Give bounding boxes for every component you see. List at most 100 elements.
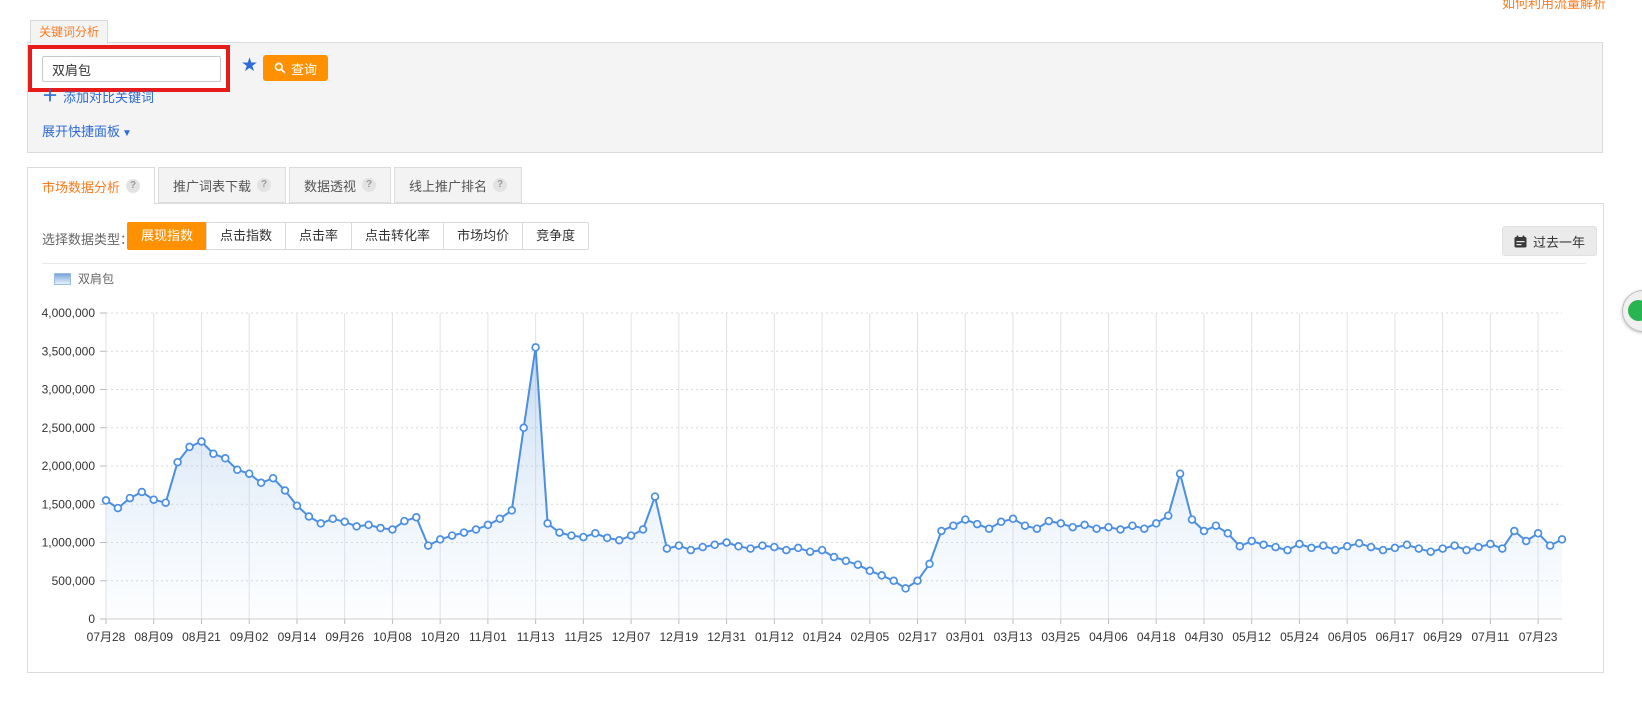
- data-point-marker[interactable]: [1081, 522, 1088, 529]
- data-point-marker[interactable]: [485, 522, 492, 529]
- expand-quick-panel-link[interactable]: 展开快捷面板▼: [42, 121, 132, 140]
- data-point-marker[interactable]: [258, 479, 265, 486]
- data-point-marker[interactable]: [162, 499, 169, 506]
- data-point-marker[interactable]: [341, 518, 348, 525]
- data-point-marker[interactable]: [676, 542, 683, 549]
- data-type-impression-index[interactable]: 展现指数: [127, 222, 207, 250]
- data-point-marker[interactable]: [795, 545, 802, 552]
- data-point-marker[interactable]: [115, 505, 122, 512]
- data-point-marker[interactable]: [1272, 544, 1279, 551]
- data-point-marker[interactable]: [1296, 541, 1303, 548]
- data-point-marker[interactable]: [496, 515, 503, 522]
- help-icon[interactable]: ?: [362, 178, 376, 192]
- data-point-marker[interactable]: [1093, 525, 1100, 532]
- data-point-marker[interactable]: [126, 495, 133, 502]
- data-point-marker[interactable]: [723, 539, 730, 546]
- data-point-marker[interactable]: [1547, 542, 1554, 549]
- data-point-marker[interactable]: [306, 513, 313, 520]
- data-point-marker[interactable]: [592, 530, 599, 537]
- data-point-marker[interactable]: [687, 547, 694, 554]
- data-type-market-avg-price[interactable]: 市场均价: [443, 222, 523, 250]
- data-point-marker[interactable]: [652, 493, 659, 500]
- data-type-click-index[interactable]: 点击指数: [206, 222, 286, 250]
- data-point-marker[interactable]: [103, 497, 110, 504]
- data-point-marker[interactable]: [1224, 530, 1231, 537]
- data-point-marker[interactable]: [866, 567, 873, 574]
- query-button[interactable]: 查询: [263, 55, 328, 81]
- data-point-marker[interactable]: [831, 554, 838, 561]
- help-icon[interactable]: ?: [257, 178, 271, 192]
- data-point-marker[interactable]: [329, 515, 336, 522]
- data-point-marker[interactable]: [604, 535, 611, 542]
- data-point-marker[interactable]: [544, 520, 551, 527]
- data-type-competition[interactable]: 竞争度: [522, 222, 589, 250]
- data-point-marker[interactable]: [1344, 543, 1351, 550]
- data-point-marker[interactable]: [580, 534, 587, 541]
- data-point-marker[interactable]: [198, 438, 205, 445]
- data-point-marker[interactable]: [1451, 542, 1458, 549]
- data-point-marker[interactable]: [568, 532, 575, 539]
- data-point-marker[interactable]: [1427, 548, 1434, 555]
- data-point-marker[interactable]: [556, 529, 563, 536]
- favorite-star-icon[interactable]: ★: [241, 53, 258, 79]
- data-point-marker[interactable]: [1284, 547, 1291, 554]
- data-point-marker[interactable]: [150, 496, 157, 503]
- data-point-marker[interactable]: [1153, 520, 1160, 527]
- data-point-marker[interactable]: [282, 487, 289, 494]
- data-point-marker[interactable]: [1057, 520, 1064, 527]
- data-point-marker[interactable]: [711, 541, 718, 548]
- tab-promo-wordlist-download[interactable]: 推广词表下载?: [158, 167, 286, 203]
- data-point-marker[interactable]: [437, 536, 444, 543]
- data-point-marker[interactable]: [365, 522, 372, 529]
- help-icon[interactable]: ?: [126, 179, 140, 193]
- data-point-marker[interactable]: [520, 424, 527, 431]
- data-point-marker[interactable]: [1201, 528, 1208, 535]
- data-point-marker[interactable]: [449, 532, 456, 539]
- data-point-marker[interactable]: [926, 561, 933, 568]
- data-point-marker[interactable]: [1177, 470, 1184, 477]
- data-point-marker[interactable]: [1010, 515, 1017, 522]
- data-point-marker[interactable]: [508, 507, 515, 514]
- data-point-marker[interactable]: [1368, 544, 1375, 551]
- data-point-marker[interactable]: [1248, 538, 1255, 545]
- data-point-marker[interactable]: [640, 526, 647, 533]
- data-point-marker[interactable]: [1332, 547, 1339, 554]
- data-point-marker[interactable]: [664, 545, 671, 552]
- data-point-marker[interactable]: [1404, 541, 1411, 548]
- data-point-marker[interactable]: [974, 521, 981, 528]
- data-point-marker[interactable]: [783, 547, 790, 554]
- how-to-use-traffic-link[interactable]: 如何利用流量解析: [1502, 0, 1606, 12]
- data-point-marker[interactable]: [807, 548, 814, 555]
- data-point-marker[interactable]: [1415, 545, 1422, 552]
- data-point-marker[interactable]: [1045, 518, 1052, 525]
- data-point-marker[interactable]: [1523, 538, 1530, 545]
- data-point-marker[interactable]: [747, 545, 754, 552]
- data-type-click-rate[interactable]: 点击率: [285, 222, 352, 250]
- data-point-marker[interactable]: [1463, 547, 1470, 554]
- help-icon[interactable]: ?: [493, 178, 507, 192]
- data-point-marker[interactable]: [1165, 512, 1172, 519]
- data-point-marker[interactable]: [1069, 524, 1076, 531]
- data-point-marker[interactable]: [902, 585, 909, 592]
- data-point-marker[interactable]: [819, 547, 826, 554]
- data-point-marker[interactable]: [1392, 545, 1399, 552]
- data-point-marker[interactable]: [1213, 522, 1220, 529]
- data-type-click-conversion-rate[interactable]: 点击转化率: [351, 222, 444, 250]
- data-point-marker[interactable]: [628, 532, 635, 539]
- data-point-marker[interactable]: [234, 466, 241, 473]
- tab-online-promo-ranking[interactable]: 线上推广排名?: [394, 167, 522, 203]
- date-range-button[interactable]: 过去一年: [1502, 226, 1597, 256]
- data-point-marker[interactable]: [843, 558, 850, 565]
- data-point-marker[interactable]: [473, 526, 480, 533]
- data-point-marker[interactable]: [1380, 547, 1387, 554]
- data-point-marker[interactable]: [270, 475, 277, 482]
- data-point-marker[interactable]: [353, 523, 360, 530]
- data-point-marker[interactable]: [210, 450, 217, 457]
- data-point-marker[interactable]: [1141, 525, 1148, 532]
- tab-market-data-analysis[interactable]: 市场数据分析?: [27, 167, 155, 204]
- data-point-marker[interactable]: [1487, 541, 1494, 548]
- data-point-marker[interactable]: [1105, 524, 1112, 531]
- data-point-marker[interactable]: [1129, 522, 1136, 529]
- data-point-marker[interactable]: [699, 544, 706, 551]
- data-point-marker[interactable]: [222, 455, 229, 462]
